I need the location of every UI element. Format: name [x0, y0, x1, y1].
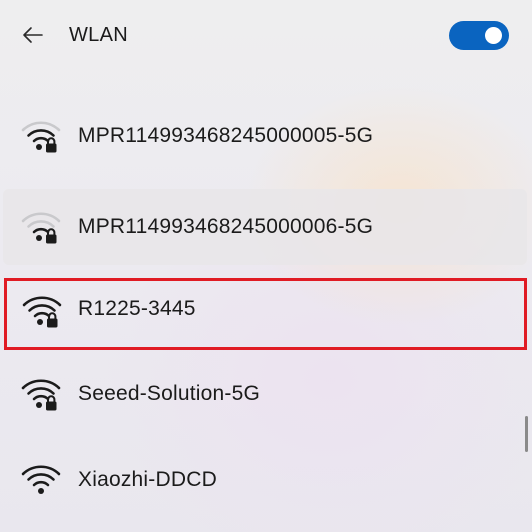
network-item[interactable]: MPR114993468245000005-5G	[3, 98, 527, 174]
back-arrow-icon	[23, 27, 43, 43]
wlan-toggle[interactable]	[449, 21, 509, 50]
network-ssid: R1225-3445	[78, 297, 196, 320]
toggle-knob	[485, 27, 502, 44]
network-ssid: MPR114993468245000005-5G	[78, 124, 374, 147]
scrollbar-thumb[interactable]	[525, 416, 528, 452]
network-ssid: Xiaozhi-DDCD	[78, 468, 217, 491]
network-ssid: MPR114993468245000006-5G	[78, 215, 374, 238]
page-title: WLAN	[69, 24, 128, 46]
network-ssid: Seeed-Solution-5G	[78, 382, 261, 405]
back-button[interactable]	[14, 16, 52, 54]
wifi-secured-icon	[22, 296, 62, 328]
wifi-secured-icon	[21, 212, 61, 244]
wlan-panel: WLAN MPR114993468245000005-5G MPR1149934…	[0, 0, 532, 532]
network-item[interactable]: MPR114993468245000006-5G	[3, 189, 527, 265]
wlan-header: WLAN	[0, 0, 532, 72]
wifi-secured-icon	[21, 379, 61, 411]
network-item[interactable]: Seeed-Solution-5G	[3, 356, 527, 432]
network-item[interactable]: Xiaozhi-DDCD	[3, 442, 527, 518]
network-item-selected[interactable]: R1225-3445	[4, 278, 527, 350]
wifi-icon	[21, 465, 61, 494]
wifi-secured-icon	[21, 121, 61, 153]
